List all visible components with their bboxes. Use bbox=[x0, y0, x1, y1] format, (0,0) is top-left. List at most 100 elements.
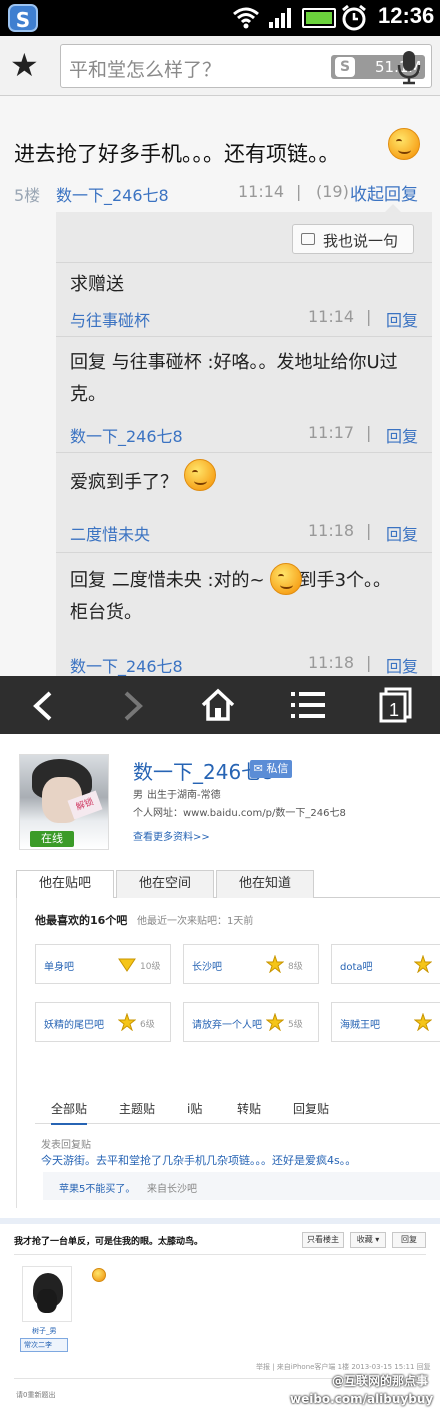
reply-user-link[interactable]: 与往事碰杯 bbox=[70, 307, 150, 331]
reply-link[interactable]: 回复 bbox=[386, 307, 418, 331]
level-star-icon bbox=[414, 1013, 432, 1031]
tieba-panel: 他最喜欢的16个吧 他最近一次来贴吧：1天前 单身吧 10级 长沙吧 8级 do… bbox=[16, 898, 440, 1208]
tab-tieba[interactable]: 他在贴吧 bbox=[16, 870, 114, 899]
last-visit-text: 他最近一次来贴吧：1天前 bbox=[137, 916, 254, 927]
tab-all-posts[interactable]: 全部贴 bbox=[51, 1100, 88, 1125]
reply-post-header: 发表回复贴 bbox=[41, 1140, 91, 1151]
reply-user-link[interactable]: 数一下_246七8 bbox=[70, 653, 183, 677]
post-floor: 进去抢了好多手机。。。还有项链。。 5楼 数一下_246七8 11:14 | (… bbox=[0, 96, 440, 676]
say-something-button[interactable]: 我也说一句 bbox=[292, 224, 414, 254]
favorite-button[interactable]: 收藏 ▾ bbox=[350, 1232, 386, 1248]
back-arrow-icon[interactable] bbox=[28, 690, 60, 722]
quoted-thread-title[interactable]: 苹果5不能买了。 bbox=[59, 1180, 135, 1195]
comment-icon bbox=[301, 233, 315, 245]
profile-birthplace: 出生于湖南-常德 bbox=[147, 790, 221, 801]
level-star-icon bbox=[118, 1013, 136, 1031]
home-icon[interactable] bbox=[200, 688, 236, 722]
bottom-text: 请0重新题出 bbox=[16, 1391, 56, 1399]
tab-zhidao[interactable]: 他在知道 bbox=[216, 870, 314, 898]
reply-link[interactable]: 回复 bbox=[386, 521, 418, 545]
tab-reposts[interactable]: 转贴 bbox=[237, 1100, 261, 1117]
post-meta: 5楼 数一下_246七8 11:14 | (19) 收起回复 bbox=[14, 182, 434, 206]
favorite-bar-item[interactable]: 长沙吧 8级 bbox=[183, 944, 319, 984]
divider bbox=[14, 1254, 426, 1255]
favorite-bar-item[interactable]: 妖精的尾巴吧 6级 bbox=[35, 1002, 171, 1042]
profile-gender: 男 bbox=[133, 790, 143, 801]
favorite-bar-item[interactable]: 单身吧 10级 bbox=[35, 944, 171, 984]
post-author-link[interactable]: 数一下_246七8 bbox=[56, 182, 169, 206]
bookmark-star-icon[interactable]: ★ bbox=[10, 48, 39, 82]
reply-separator: | bbox=[366, 521, 372, 540]
alarm-icon bbox=[342, 4, 366, 31]
battery-icon bbox=[302, 8, 336, 28]
favorite-bar-item[interactable]: 海贼王吧 bbox=[331, 1002, 440, 1042]
view-more-info-link[interactable]: 查看更多资料>> bbox=[133, 828, 210, 843]
post-time: 11:14 bbox=[238, 182, 285, 201]
reply-link[interactable]: 回复 bbox=[386, 423, 418, 447]
reply-time: 11:14 bbox=[308, 307, 355, 326]
favorite-bar-item[interactable]: 请放弃一个人吧 5级 bbox=[183, 1002, 319, 1042]
thread-title: 我才抢了一台单反，可是住我的眼。太膝动鸟。 bbox=[14, 1237, 204, 1247]
avatar[interactable] bbox=[22, 1266, 72, 1322]
post-type-tabs: 全部贴 主题贴 i贴 转贴 回复贴 bbox=[35, 1096, 440, 1125]
smiley-icon bbox=[388, 128, 420, 160]
reply-item: 回复 与往事碰杯 :好咯。。发地址给你U过克。 数一下_246七8 11:17 … bbox=[56, 336, 432, 452]
reply-text-part: 到手3个。。 bbox=[298, 570, 392, 591]
clock-time: 12:36 bbox=[378, 3, 435, 28]
floor-number: 5楼 bbox=[14, 186, 41, 205]
reply-time: 11:17 bbox=[308, 423, 355, 442]
watermark-text: @互联网的那点事 bbox=[332, 1374, 429, 1388]
collapse-replies-link[interactable]: 收起回复 bbox=[350, 180, 418, 205]
post-content: 进去抢了好多手机。。。还有项链。。 bbox=[14, 142, 340, 166]
reply-box-caret bbox=[385, 204, 401, 212]
signal-icon bbox=[269, 8, 291, 28]
post-footer: 举报 | 来自iPhone客户端 1楼 2013-03-15 15:11 回复 bbox=[256, 1363, 431, 1371]
reply-button[interactable]: 回复 bbox=[392, 1232, 426, 1248]
reply-link[interactable]: 回复 bbox=[386, 653, 418, 677]
poster-name[interactable]: 树子_男 bbox=[32, 1326, 57, 1336]
favorite-bar-item[interactable]: dota吧 bbox=[331, 944, 440, 984]
reply-user-link[interactable]: 数一下_246七8 bbox=[70, 423, 183, 447]
only-op-button[interactable]: 只看楼主 bbox=[302, 1232, 344, 1248]
search-input[interactable]: 平和堂怎么样了？ S 51.1M bbox=[60, 44, 432, 88]
tab-i-posts[interactable]: i贴 bbox=[187, 1100, 202, 1117]
meta-separator: | bbox=[296, 182, 302, 201]
app-notification-icon: S bbox=[8, 4, 38, 32]
forward-arrow-icon[interactable] bbox=[116, 690, 148, 722]
reply-user-link[interactable]: 二度惜未央 bbox=[70, 521, 150, 545]
tab-topic-posts[interactable]: 主题贴 bbox=[119, 1100, 155, 1117]
level-star-icon bbox=[414, 955, 432, 973]
reply-list: 我也说一句 求赠送 与往事碰杯 11:14 | 回复 回复 与往事碰杯 :好咯。… bbox=[56, 212, 432, 676]
menu-list-icon[interactable] bbox=[290, 690, 326, 720]
browser-bottom-bar: 1 bbox=[0, 676, 440, 734]
tab-reply-posts[interactable]: 回复贴 bbox=[293, 1100, 329, 1117]
reply-text-part: 回复 二度惜未央 :对的~ bbox=[70, 570, 265, 591]
reply-item: 求赠送 与往事碰杯 11:14 | 回复 bbox=[56, 262, 432, 336]
smiley-icon bbox=[184, 459, 216, 491]
tab-space[interactable]: 他在空间 bbox=[116, 870, 214, 898]
status-bar: S 12:36 bbox=[0, 0, 440, 36]
quoted-thread-source[interactable]: 来自长沙吧 bbox=[147, 1180, 197, 1195]
reply-separator: | bbox=[366, 423, 372, 442]
reply-post-link[interactable]: 今天游街。去平和堂抢了几杂手机几杂项链。。。还好是爱疯4s。。 bbox=[41, 1152, 356, 1168]
poster-level-badge: 常次二李 bbox=[20, 1338, 68, 1352]
web-thread-panel: 我才抢了一台单反，可是住我的眼。太膝动鸟。 只看楼主 收藏 ▾ 回复 树子_男 … bbox=[0, 1218, 440, 1411]
reply-separator: | bbox=[366, 653, 372, 672]
watermark-url: weibo.com/alibuybuy bbox=[290, 1392, 434, 1406]
tabs-icon[interactable]: 1 bbox=[378, 687, 412, 723]
search-text: 平和堂怎么样了？ bbox=[69, 59, 222, 81]
smiley-icon bbox=[92, 1268, 106, 1282]
reply-item: 回复 二度惜未央 :对的~ 到手3个。。 柜台货。 数一下_246七8 11:18… bbox=[56, 552, 432, 676]
reply-text: 回复 二度惜未央 :对的~ 到手3个。。 柜台货。 bbox=[70, 565, 426, 629]
profile-tabs: 他在贴吧 他在空间 他在知道 bbox=[16, 870, 440, 899]
reply-time: 11:18 bbox=[308, 653, 355, 672]
online-badge: 在线 bbox=[30, 831, 74, 847]
reply-text: 回复 与往事碰杯 :好咯。。发地址给你U过克。 bbox=[70, 352, 398, 405]
private-message-button[interactable]: ✉ 私信 bbox=[250, 760, 292, 778]
screenshot-root: S 12:36 ★ 平和堂怎么样了？ S 51.1M 进去抢了好多手机。。。还有… bbox=[0, 0, 440, 1411]
microphone-icon[interactable] bbox=[397, 49, 421, 85]
smiley-icon bbox=[270, 563, 302, 595]
wifi-icon bbox=[233, 7, 259, 29]
say-something-label: 我也说一句 bbox=[323, 232, 399, 250]
avatar[interactable]: 解锁 在线 bbox=[19, 754, 109, 850]
